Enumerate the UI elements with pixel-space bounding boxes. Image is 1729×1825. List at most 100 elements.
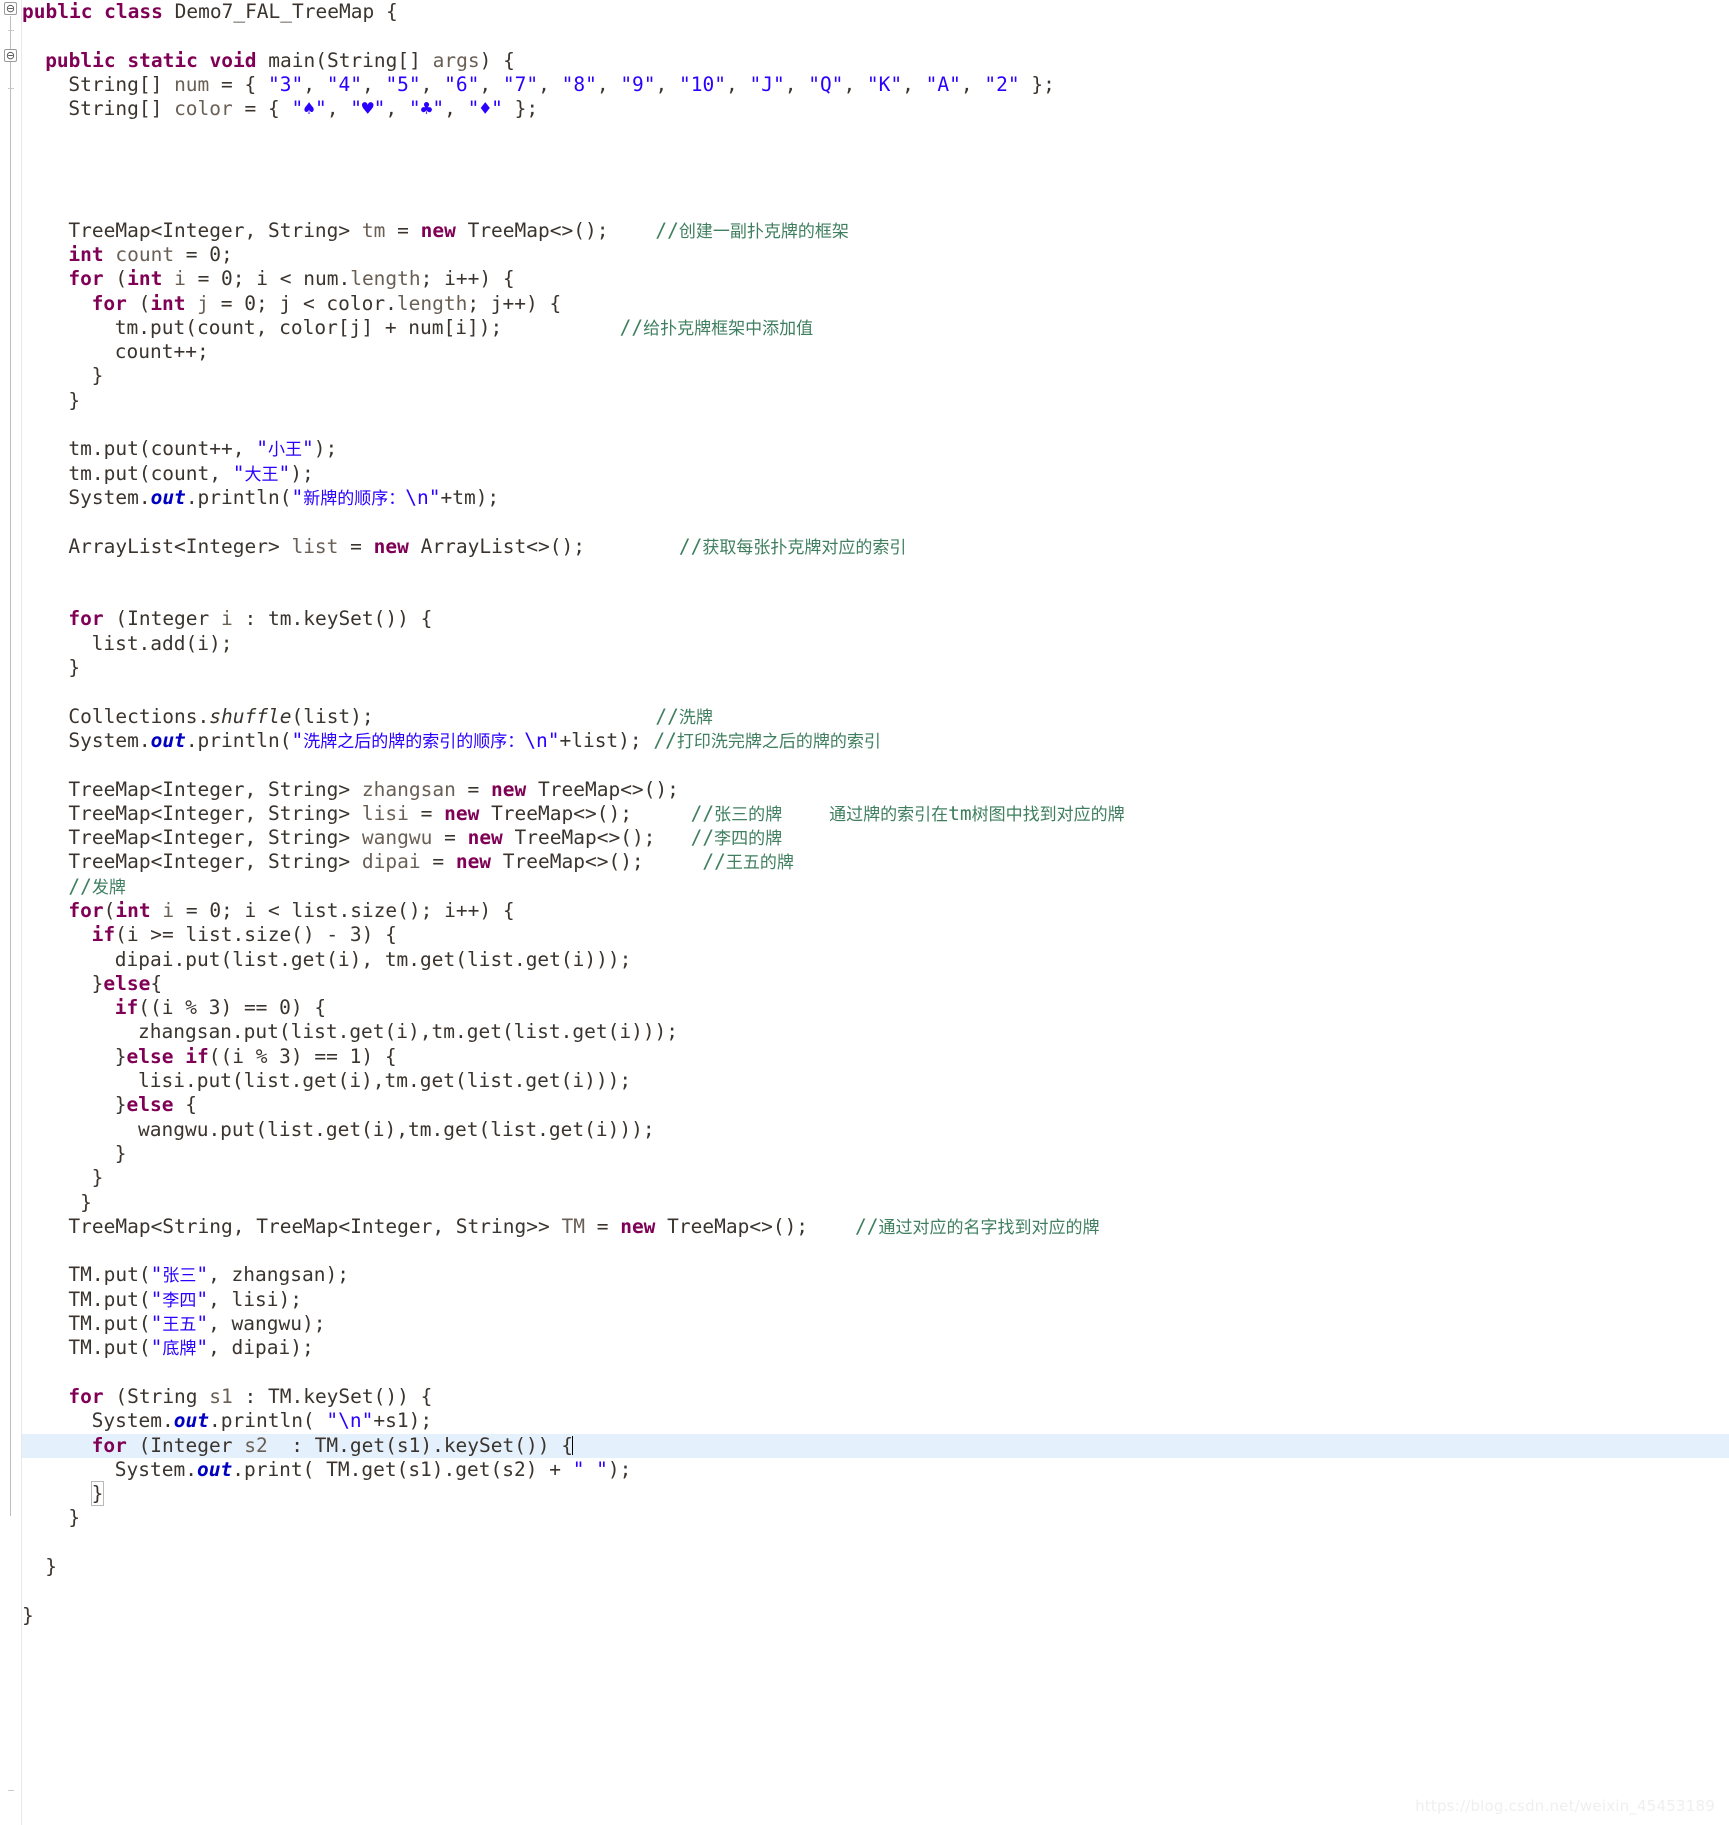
code-line[interactable]: System.out.println("新牌的顺序：\n"+tm); bbox=[22, 486, 1729, 510]
token-plain: String[] bbox=[326, 48, 433, 72]
code-line[interactable] bbox=[22, 583, 1729, 607]
code-line[interactable]: } bbox=[22, 389, 1729, 413]
code-line[interactable]: TM.put("底牌", dipai); bbox=[22, 1336, 1729, 1360]
code-line[interactable]: }else if((i % 3) == 1) { bbox=[22, 1045, 1729, 1069]
code-line[interactable]: for(int i = 0; i < list.size(); i++) { bbox=[22, 899, 1729, 923]
cjk-text: 通过牌的索引在 bbox=[829, 804, 949, 825]
code-line[interactable]: for (int i = 0; i < num.length; i++) { bbox=[22, 267, 1729, 291]
code-line[interactable]: for (int j = 0; j < color.length; j++) { bbox=[22, 292, 1729, 316]
collapse-marker-main[interactable]: ⊖ bbox=[4, 49, 17, 62]
code-line[interactable]: String[] num = { "3", "4", "5", "6", "7"… bbox=[22, 73, 1729, 97]
token-plain: } bbox=[114, 1044, 127, 1068]
code-line[interactable]: } bbox=[22, 1604, 1729, 1628]
code-editor[interactable]: ⊖ ⊖ public class Demo7_FAL_TreeMap {publ… bbox=[0, 0, 1729, 1825]
code-line[interactable]: tm.put(count++, "小王"); bbox=[22, 437, 1729, 461]
collapse-marker-class[interactable]: ⊖ bbox=[4, 2, 17, 15]
code-line[interactable]: System.out.println( "\n"+s1); bbox=[22, 1409, 1729, 1433]
token-param: s2 bbox=[244, 1433, 268, 1457]
code-line[interactable]: }else { bbox=[22, 1093, 1729, 1117]
token-plain: , bbox=[596, 72, 621, 96]
code-line[interactable]: int count = 0; bbox=[22, 243, 1729, 267]
code-line[interactable]: for (String s1 : TM.keySet()) { bbox=[22, 1385, 1729, 1409]
code-line[interactable] bbox=[22, 146, 1729, 170]
editor-gutter[interactable]: ⊖ ⊖ bbox=[0, 0, 22, 1825]
code-line[interactable]: public class Demo7_FAL_TreeMap { bbox=[22, 0, 1729, 24]
token-plain: { bbox=[150, 971, 163, 995]
token-plain: , bbox=[655, 72, 680, 96]
code-line[interactable]: } bbox=[22, 656, 1729, 680]
code-line[interactable]: TM.put("李四", lisi); bbox=[22, 1288, 1729, 1312]
token-plain: } bbox=[22, 1603, 34, 1627]
token-fld: out bbox=[150, 728, 186, 752]
code-line[interactable] bbox=[22, 680, 1729, 704]
code-line[interactable] bbox=[22, 559, 1729, 583]
code-line[interactable]: tm.put(count, color[j] + num[i]); //给扑克牌… bbox=[22, 316, 1729, 340]
code-content[interactable]: public class Demo7_FAL_TreeMap { public s… bbox=[22, 0, 1729, 1825]
code-line[interactable]: lisi.put(list.get(i),tm.get(list.get(i))… bbox=[22, 1069, 1729, 1093]
token-plain: = { bbox=[232, 97, 292, 121]
code-line[interactable]: tm.put(count, "大王"); bbox=[22, 462, 1729, 486]
code-line[interactable] bbox=[22, 170, 1729, 194]
code-line[interactable] bbox=[22, 753, 1729, 777]
code-line[interactable]: TreeMap<Integer, String> lisi = new Tree… bbox=[22, 802, 1729, 826]
code-line[interactable]: } bbox=[22, 364, 1729, 388]
token-plain: = bbox=[408, 801, 445, 825]
code-line[interactable]: if(i >= list.size() - 3) { bbox=[22, 923, 1729, 947]
code-line[interactable]: } bbox=[22, 1481, 1729, 1507]
code-line[interactable] bbox=[22, 1239, 1729, 1263]
code-line[interactable]: ArrayList<Integer> list = new ArrayList<… bbox=[22, 535, 1729, 559]
code-line[interactable] bbox=[22, 194, 1729, 218]
code-line[interactable]: TreeMap<Integer, String> dipai = new Tre… bbox=[22, 850, 1729, 874]
code-line[interactable]: String[] color = { "♠", "♥", "♣", "♦" }; bbox=[22, 97, 1729, 121]
token-plain: TreeMap<>(); bbox=[514, 826, 691, 850]
code-line[interactable]: } bbox=[22, 1142, 1729, 1166]
token-plain: } bbox=[45, 1555, 57, 1578]
token-str: "底牌" bbox=[150, 1336, 209, 1360]
code-line[interactable]: for (Integer i : tm.keySet()) { bbox=[22, 607, 1729, 631]
code-line[interactable]: TM.put("王五", wangwu); bbox=[22, 1312, 1729, 1336]
code-line[interactable]: TreeMap<Integer, String> tm = new TreeMa… bbox=[22, 219, 1729, 243]
code-line[interactable] bbox=[22, 1579, 1729, 1603]
code-line[interactable] bbox=[22, 1361, 1729, 1385]
code-line[interactable]: } bbox=[22, 1506, 1729, 1530]
code-line[interactable]: TM.put("张三", zhangsan); bbox=[22, 1263, 1729, 1287]
token-str: "Q" bbox=[808, 72, 844, 96]
code-line[interactable]: TreeMap<Integer, String> zhangsan = new … bbox=[22, 778, 1729, 802]
code-line[interactable]: list.add(i); bbox=[22, 632, 1729, 656]
code-line[interactable]: //发牌 bbox=[22, 875, 1729, 899]
code-line[interactable] bbox=[22, 510, 1729, 534]
code-line[interactable] bbox=[22, 24, 1729, 48]
code-line[interactable]: zhangsan.put(list.get(i),tm.get(list.get… bbox=[22, 1020, 1729, 1044]
code-line[interactable]: } bbox=[22, 1166, 1729, 1190]
token-plain: TreeMap<>(); bbox=[491, 801, 691, 825]
code-line[interactable]: wangwu.put(list.get(i),tm.get(list.get(i… bbox=[22, 1118, 1729, 1142]
code-line[interactable]: } bbox=[22, 1191, 1729, 1215]
token-plain: TreeMap<>(); bbox=[667, 1214, 856, 1238]
code-line[interactable] bbox=[22, 413, 1729, 437]
token-kw: else bbox=[103, 971, 151, 995]
code-line[interactable]: Collections.shuffle(list); //洗牌 bbox=[22, 705, 1729, 729]
cjk-text: 创建一副扑克牌的框架 bbox=[678, 221, 849, 242]
code-line[interactable] bbox=[22, 1531, 1729, 1555]
code-line[interactable]: } bbox=[22, 1555, 1729, 1579]
code-line[interactable]: count++; bbox=[22, 340, 1729, 364]
code-line[interactable]: for (Integer s2 : TM.get(s1).keySet()) { bbox=[22, 1433, 1729, 1458]
code-line[interactable]: System.out.print( TM.get(s1).get(s2) + "… bbox=[22, 1458, 1729, 1482]
code-line[interactable]: dipai.put(list.get(i), tm.get(list.get(i… bbox=[22, 948, 1729, 972]
token-plain: } bbox=[114, 1093, 127, 1117]
code-line[interactable]: if((i % 3) == 0) { bbox=[22, 996, 1729, 1020]
token-str: "6" bbox=[444, 72, 480, 96]
token-plain: Demo7_FAL_TreeMap { bbox=[174, 0, 398, 23]
token-cmt: //打印洗完牌之后的牌的索引 bbox=[653, 728, 881, 752]
code-line[interactable]: System.out.println("洗牌之后的牌的索引的顺序：\n"+lis… bbox=[22, 729, 1729, 753]
code-line[interactable]: }else{ bbox=[22, 972, 1729, 996]
code-line[interactable]: TreeMap<String, TreeMap<Integer, String>… bbox=[22, 1215, 1729, 1239]
code-line[interactable]: public static void main(String[] args) { bbox=[22, 49, 1729, 73]
code-line[interactable] bbox=[22, 121, 1729, 145]
token-str: "K" bbox=[866, 72, 903, 96]
code-line[interactable]: TreeMap<Integer, String> wangwu = new Tr… bbox=[22, 826, 1729, 850]
token-param: dipai bbox=[361, 850, 421, 874]
token-fld: out bbox=[173, 1409, 210, 1433]
token-kw: if bbox=[91, 923, 116, 947]
